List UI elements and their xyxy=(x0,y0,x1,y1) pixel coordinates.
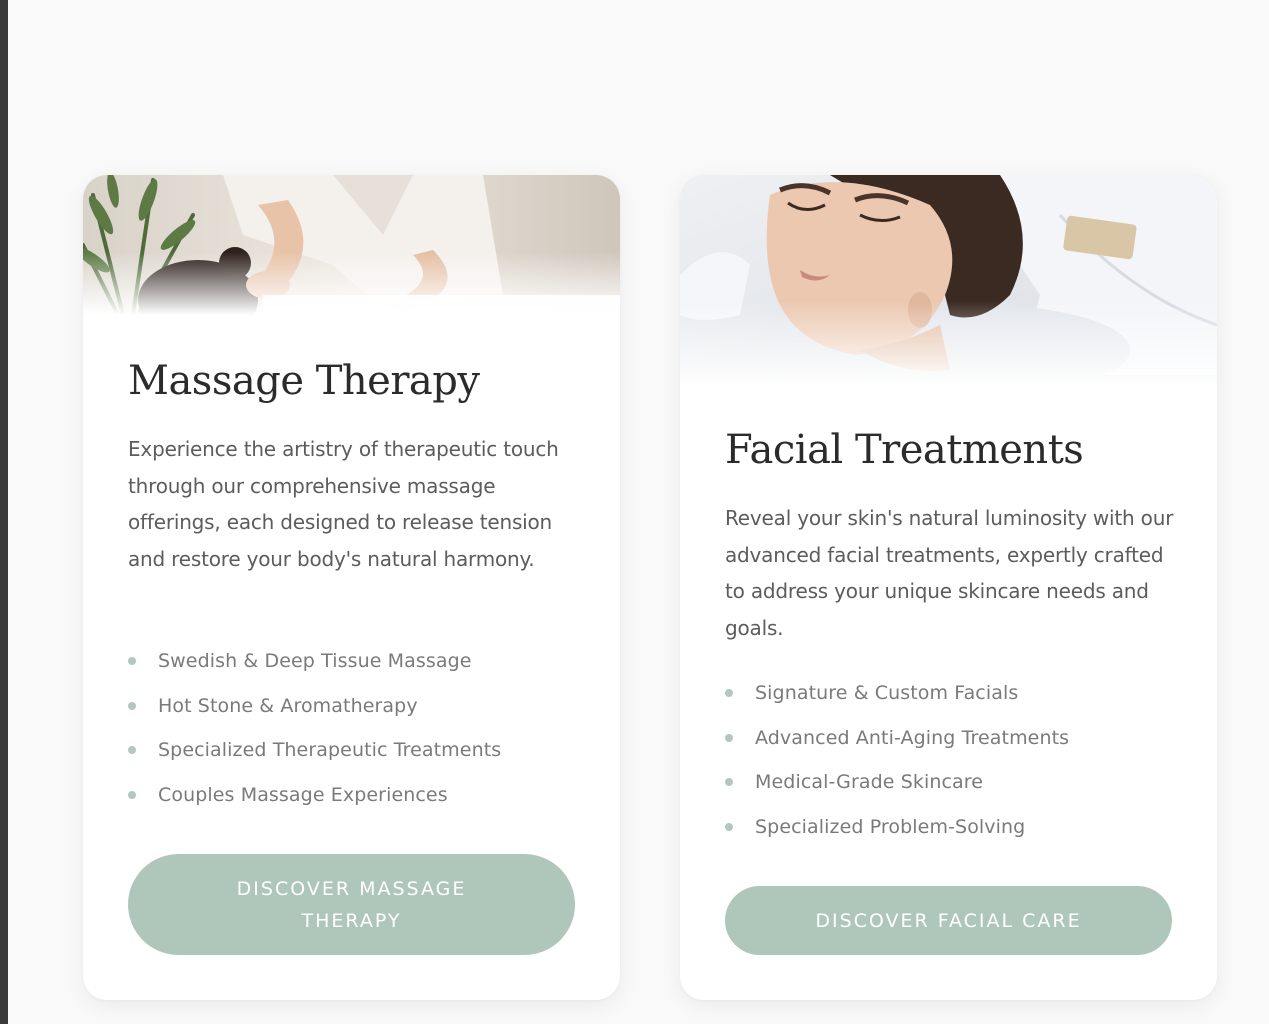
card-description: Experience the artistry of therapeutic t… xyxy=(128,437,559,571)
list-item: Signature & Custom Facials xyxy=(725,679,1069,724)
bullet-dot-icon xyxy=(128,791,136,800)
feature-list: Signature & Custom Facials Advanced Anti… xyxy=(725,679,1069,858)
facial-photo xyxy=(680,175,1217,385)
card-title: Facial Treatments xyxy=(725,427,1084,473)
list-item: Specialized Problem-Solving xyxy=(725,813,1069,858)
list-item: Hot Stone & Aromatherapy xyxy=(128,692,501,737)
list-item: Advanced Anti-Aging Treatments xyxy=(725,724,1069,769)
bullet-dot-icon xyxy=(725,778,733,787)
service-card-massage: Massage Therapy Experience the artistry … xyxy=(83,175,620,1000)
feature-list: Swedish & Deep Tissue Massage Hot Stone … xyxy=(128,647,501,826)
bullet-dot-icon xyxy=(128,657,136,665)
discover-massage-button[interactable]: DISCOVER MASSAGE THERAPY xyxy=(128,854,575,955)
bullet-dot-icon xyxy=(128,701,136,710)
list-item: Medical-Grade Skincare xyxy=(725,768,1069,813)
list-item: Specialized Therapeutic Treatments xyxy=(128,736,501,781)
window-edge xyxy=(0,0,8,1024)
discover-facial-button[interactable]: DISCOVER FACIAL CARE xyxy=(725,886,1172,955)
bullet-dot-icon xyxy=(725,689,733,697)
massage-photo xyxy=(83,175,620,315)
card-description: Reveal your skin's natural luminosity wi… xyxy=(725,506,1174,640)
bullet-dot-icon xyxy=(128,746,136,755)
list-item: Couples Massage Experiences xyxy=(128,781,501,826)
bullet-dot-icon xyxy=(725,733,733,742)
service-card-facial: Facial Treatments Reveal your skin's nat… xyxy=(680,175,1217,1000)
card-title: Massage Therapy xyxy=(128,358,480,404)
list-item: Swedish & Deep Tissue Massage xyxy=(128,647,501,692)
bullet-dot-icon xyxy=(725,823,733,832)
